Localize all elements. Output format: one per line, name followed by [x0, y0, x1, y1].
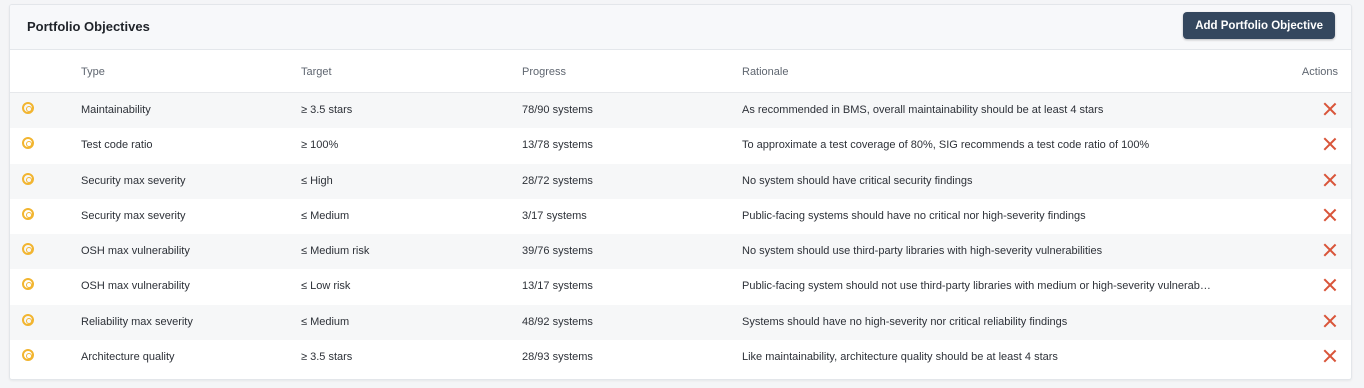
delete-icon[interactable] [1323, 137, 1337, 151]
objective-rationale: Systems should have no high-severity nor… [742, 315, 1068, 328]
table-row[interactable]: OSH max vulnerability ≤ Low risk 13/17 sys… [10, 269, 1351, 304]
objective-progress: 28/72 systems [522, 174, 593, 187]
objective-type: Maintainability [81, 104, 151, 116]
objective-target: ≥ 3.5 stars [301, 351, 353, 364]
delete-icon[interactable] [1323, 278, 1337, 292]
objective-type: OSH max vulnerability [81, 280, 190, 293]
table-row[interactable]: Security max severity ≤ Medium 3/17 system… [10, 199, 1351, 234]
target-icon [22, 313, 34, 326]
column-header-progress[interactable]: Progress [522, 66, 566, 78]
table-row[interactable]: Maintainability ≥ 3.5 stars 78/90 systems A… [10, 93, 1351, 129]
column-header-target[interactable]: Target [301, 66, 332, 78]
objective-type: OSH max vulnerability [81, 245, 190, 258]
objective-rationale: No system should use third-party librari… [742, 245, 1103, 258]
objective-progress: 13/78 systems [522, 139, 593, 152]
objective-progress: 78/90 systems [522, 104, 593, 116]
objective-progress: 3/17 systems [522, 209, 587, 222]
target-icon [22, 172, 34, 185]
target-icon [22, 102, 34, 114]
objective-target: ≥ 100% [301, 139, 339, 152]
objective-progress: 13/17 systems [522, 280, 593, 293]
objective-target: ≤ Medium [301, 209, 350, 222]
delete-icon[interactable] [1323, 173, 1337, 187]
objective-rationale: No system should have critical security … [742, 174, 973, 187]
objective-rationale: Public-facing systems should have no cri… [742, 209, 1086, 222]
objective-rationale: Public-facing system should not use thir… [742, 280, 1212, 293]
panel-header: Portfolio Objectives Add Portfolio Objec… [10, 5, 1351, 50]
table-row[interactable]: Reliability max severity ≤ Medium 48/92 sy… [10, 304, 1351, 341]
delete-icon[interactable] [1323, 208, 1337, 222]
column-header-rationale[interactable]: Rationale [742, 66, 1212, 78]
delete-icon[interactable] [1323, 314, 1337, 328]
table-row[interactable]: OSH max vulnerability ≤ Medium risk 39/76 … [10, 234, 1351, 270]
objective-rationale: As recommended in BMS, overall maintaina… [742, 104, 1104, 116]
objective-type: Architecture quality [81, 351, 175, 364]
delete-icon[interactable] [1323, 349, 1337, 363]
objective-type: Reliability max severity [81, 315, 193, 328]
column-header-actions: Actions [1301, 66, 1338, 78]
objective-target: ≤ Medium [301, 315, 350, 328]
target-icon [22, 349, 34, 362]
objective-rationale: Like maintainability, architecture quali… [742, 351, 1058, 364]
objective-target: ≤ Medium risk [301, 245, 370, 258]
objective-target: ≥ 3.5 stars [301, 104, 353, 116]
target-icon [22, 278, 34, 291]
table-row[interactable]: Architecture quality ≥ 3.5 stars 28/93 sys… [10, 340, 1351, 375]
delete-icon[interactable] [1323, 243, 1337, 257]
objective-target: ≤ Low risk [301, 280, 351, 293]
objective-type: Test code ratio [81, 139, 153, 152]
add-portfolio-objective-button[interactable]: Add Portfolio Objective [1183, 12, 1335, 39]
objective-progress: 48/92 systems [522, 315, 593, 328]
objective-progress: 28/93 systems [522, 351, 593, 364]
table-header: Type Target Progress Rationale Actions [10, 50, 1351, 93]
table-row[interactable]: Security max severity ≤ High 28/72 systems… [10, 163, 1351, 199]
table-body: Maintainability ≥ 3.5 stars 78/90 systems A… [10, 93, 1351, 375]
objectives-table: Type Target Progress Rationale Actions M… [10, 50, 1351, 375]
target-icon [22, 207, 34, 220]
delete-icon[interactable] [1323, 102, 1337, 116]
panel-title: Portfolio Objectives [27, 19, 150, 34]
objective-target: ≤ High [301, 174, 333, 187]
target-icon [22, 243, 34, 256]
objective-progress: 39/76 systems [522, 245, 593, 258]
target-icon [22, 137, 34, 150]
objective-rationale: To approximate a test coverage of 80%, S… [742, 139, 1150, 152]
table-row[interactable]: Test code ratio ≥ 100% 13/78 systems To app… [10, 128, 1351, 163]
column-header-type[interactable]: Type [81, 66, 105, 78]
objective-type: Security max severity [81, 174, 186, 187]
objective-type: Security max severity [81, 209, 186, 222]
portfolio-objectives-panel: Portfolio Objectives Add Portfolio Objec… [9, 4, 1352, 380]
